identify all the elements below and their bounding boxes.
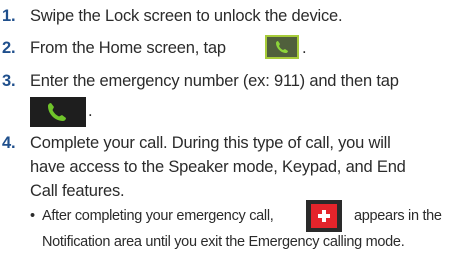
step-number: 2. (2, 39, 16, 57)
step-text-line-3: Call features. (30, 182, 125, 200)
step-2: 2. From the Home screen, tap . (0, 35, 463, 62)
emergency-plus-icon (306, 200, 342, 232)
step-text-end: . (88, 102, 93, 120)
emergency-plus-icon-bg (311, 204, 337, 228)
phone-app-icon (265, 35, 299, 59)
step-text-line-2: have access to the Speaker mode, Keypad,… (30, 158, 406, 176)
step-text-end: . (302, 39, 307, 57)
step-text: Swipe the Lock screen to unlock the devi… (30, 7, 343, 25)
bullet-text-line-2: Notification area until you exit the Eme… (42, 234, 405, 250)
step-text: Enter the emergency number (ex: 911) and… (30, 72, 399, 90)
step-number: 4. (2, 134, 16, 152)
bullet-text-after: appears in the (354, 208, 442, 224)
step-3: 3. Enter the emergency number (ex: 911) … (0, 69, 463, 129)
step-number: 3. (2, 72, 16, 90)
step-text-line-1: Complete your call. During this type of … (30, 134, 391, 152)
call-button-icon (30, 97, 86, 127)
plus-vertical (322, 210, 326, 222)
bullet-symbol: • (30, 208, 35, 224)
step-text: From the Home screen, tap (30, 39, 226, 57)
step-4: 4. Complete your call. During this type … (0, 131, 463, 203)
instructions-page: 1. Swipe the Lock screen to unlock the d… (0, 0, 463, 268)
bullet-text-before: After completing your emergency call, (42, 208, 274, 224)
step-number: 1. (2, 7, 16, 25)
